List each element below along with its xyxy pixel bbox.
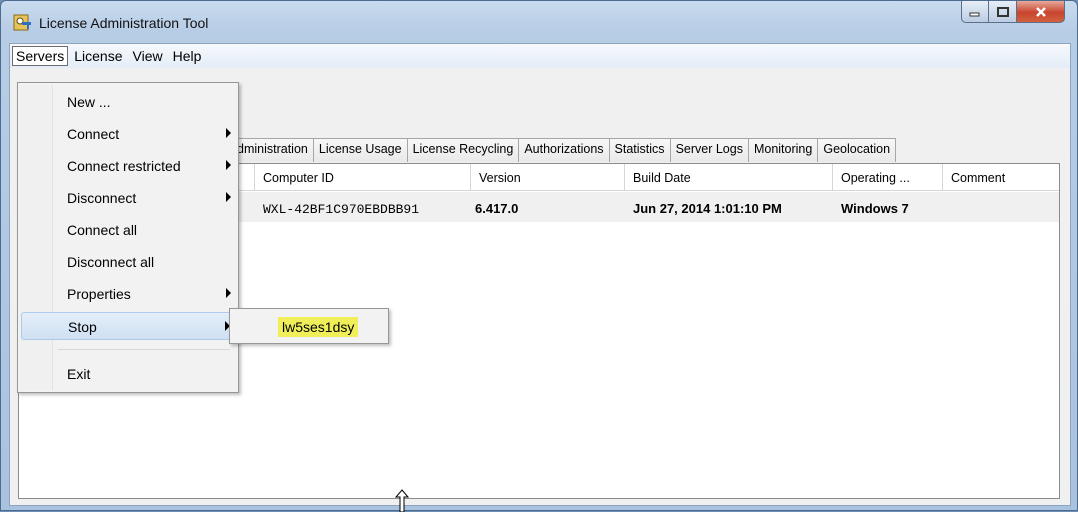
- tab-license-recycling[interactable]: License Recycling: [406, 138, 520, 162]
- menu-separator: [58, 349, 230, 350]
- cell-computer-id: WXL-42BF1C970EBDBB91: [263, 202, 420, 217]
- menu-item-properties[interactable]: Properties: [21, 280, 235, 308]
- minimize-icon: [969, 12, 980, 16]
- menu-item-disconnect[interactable]: Disconnect: [21, 184, 235, 212]
- menu-help[interactable]: Help: [169, 46, 206, 66]
- tab-authorizations[interactable]: Authorizations: [518, 138, 610, 162]
- menu-item-connect[interactable]: Connect: [21, 120, 235, 148]
- menu-bar: Servers License View Help: [10, 44, 1070, 69]
- column-header-computer-id[interactable]: Computer ID: [255, 164, 471, 190]
- menu-item-label: New ...: [67, 94, 111, 110]
- menu-item-exit[interactable]: Exit: [21, 360, 235, 388]
- submenu-arrow-icon: [226, 192, 231, 202]
- maximize-icon: [996, 6, 1009, 17]
- menu-item-connect-restricted[interactable]: Connect restricted: [21, 152, 235, 180]
- tab-monitoring[interactable]: Monitoring: [747, 138, 819, 162]
- submenu-arrow-icon: [226, 128, 231, 138]
- cell-version: 6.417.0: [475, 201, 519, 216]
- cell-operating-system: Windows 7: [841, 201, 909, 216]
- minimize-button[interactable]: [961, 1, 989, 23]
- menu-item-connect-all[interactable]: Connect all: [21, 216, 235, 244]
- menu-license[interactable]: License: [70, 46, 126, 66]
- column-header-build-date[interactable]: Build Date: [625, 164, 833, 190]
- menu-item-label: Disconnect all: [67, 254, 155, 270]
- cell-build-date: Jun 27, 2014 1:01:10 PM: [633, 201, 782, 216]
- menu-item-label: Disconnect: [67, 190, 137, 206]
- submenu-item-server[interactable]: lw5ses1dsy: [278, 317, 359, 337]
- menu-item-label: Connect all: [67, 222, 138, 238]
- submenu-arrow-icon: [226, 160, 231, 170]
- caption-buttons: [961, 1, 1065, 23]
- column-header-operating-system[interactable]: Operating ...: [833, 164, 943, 190]
- menu-servers[interactable]: Servers: [12, 46, 69, 66]
- menu-item-label: Properties: [67, 286, 131, 302]
- tab-administration[interactable]: dministration: [232, 138, 314, 162]
- menu-item-stop[interactable]: Stop: [21, 312, 235, 340]
- menu-item-disconnect-all[interactable]: Disconnect all: [21, 248, 235, 276]
- tab-license-usage[interactable]: License Usage: [312, 138, 408, 162]
- menu-item-label: Exit: [67, 366, 91, 382]
- tab-statistics[interactable]: Statistics: [608, 138, 671, 162]
- tab-strip: dministration License Usage License Recy…: [232, 138, 897, 162]
- resize-arrow-icon[interactable]: [395, 489, 409, 512]
- menu-item-label: Connect restricted: [67, 158, 181, 174]
- stop-submenu: lw5ses1dsy: [229, 308, 389, 344]
- servers-dropdown-menu: New ... Connect Connect restricted Disco…: [17, 82, 239, 393]
- column-header-version[interactable]: Version: [471, 164, 625, 190]
- submenu-arrow-icon: [226, 288, 231, 298]
- tab-geolocation[interactable]: Geolocation: [817, 138, 897, 162]
- column-header-comment[interactable]: Comment: [943, 164, 1059, 190]
- menu-item-label: Connect: [67, 126, 120, 142]
- app-window: License Administration Tool Servers Lice…: [0, 0, 1078, 512]
- menu-item-new[interactable]: New ...: [21, 88, 235, 116]
- menu-item-label: Stop: [68, 319, 97, 335]
- window-title: License Administration Tool: [39, 15, 209, 31]
- tab-server-logs[interactable]: Server Logs: [669, 138, 749, 162]
- maximize-button[interactable]: [989, 1, 1017, 23]
- title-bar[interactable]: License Administration Tool: [1, 1, 1077, 43]
- app-keys-icon: [13, 14, 31, 31]
- cell-comment: [943, 192, 1059, 222]
- close-icon: [1035, 6, 1046, 17]
- menu-view[interactable]: View: [129, 46, 167, 66]
- close-button[interactable]: [1017, 1, 1065, 23]
